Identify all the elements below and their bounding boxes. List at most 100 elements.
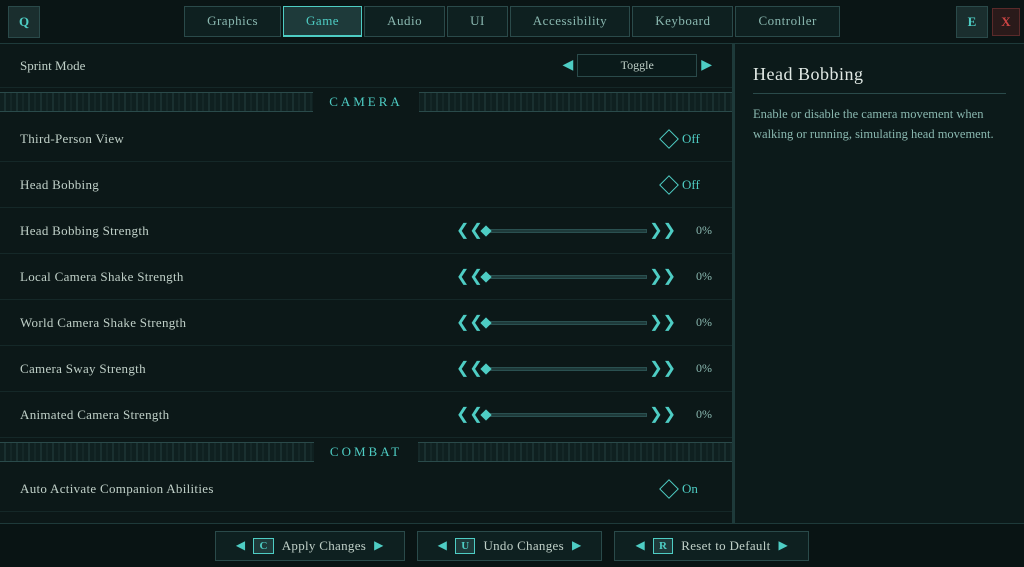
apply-changes-button[interactable]: ◀ C Apply Changes ▶ xyxy=(215,531,405,561)
sprint-mode-row: Sprint Mode ◀ Toggle ▶ xyxy=(0,44,732,88)
third-person-view-control[interactable]: Off xyxy=(662,131,712,147)
apply-label: Apply Changes xyxy=(282,538,366,554)
tab-graphics[interactable]: Graphics xyxy=(184,6,281,37)
slider-right-arrow-4[interactable]: ❯❯ xyxy=(649,361,676,377)
reset-key: R xyxy=(653,538,673,554)
head-bobbing-strength-control: ❮❮ ❯❯ 0% xyxy=(456,222,712,240)
diamond-icon xyxy=(659,129,679,149)
tab-game[interactable]: Game xyxy=(283,6,362,37)
apply-chevron-left: ◀ xyxy=(236,538,246,553)
local-camera-shake-row: Local Camera Shake Strength ❮❮ ❯❯ 0% xyxy=(0,254,732,300)
undo-label: Undo Changes xyxy=(483,538,564,554)
third-person-view-row: Third-Person View Off xyxy=(0,116,732,162)
camera-section-divider: Camera xyxy=(0,88,732,116)
sprint-arrow-left[interactable]: ◀ xyxy=(562,57,573,74)
combat-divider-inner: Combat xyxy=(0,442,732,462)
slider-right-arrow[interactable]: ❯❯ xyxy=(649,223,676,239)
slider-right-arrow-3[interactable]: ❯❯ xyxy=(649,315,676,331)
local-camera-shake-control: ❮❮ ❯❯ 0% xyxy=(456,268,712,286)
sprint-mode-label: Sprint Mode xyxy=(20,58,562,74)
animated-camera-value: 0% xyxy=(684,407,712,422)
diamond-icon-3 xyxy=(659,479,679,499)
auto-activate-label: Auto Activate Companion Abilities xyxy=(20,481,662,497)
nav-corner-left[interactable]: Q xyxy=(8,6,40,38)
local-camera-shake-value: 0% xyxy=(684,269,712,284)
camera-sway-label: Camera Sway Strength xyxy=(20,361,456,377)
head-bobbing-strength-value: 0% xyxy=(684,223,712,238)
slider-bar xyxy=(485,229,647,233)
undo-chevron-right: ▶ xyxy=(572,538,582,553)
nav-tabs: Graphics Game Audio UI Accessibility Key… xyxy=(184,6,840,37)
animated-camera-slider[interactable]: ❮❮ ❯❯ xyxy=(456,406,676,424)
auto-activate-control[interactable]: On xyxy=(662,481,712,497)
world-camera-shake-row: World Camera Shake Strength ❮❮ ❯❯ 0% xyxy=(0,300,732,346)
slider-left-arrow-5[interactable]: ❮❮ xyxy=(456,407,483,423)
reset-label: Reset to Default xyxy=(681,538,770,554)
combat-section-label: Combat xyxy=(314,442,418,462)
auto-activate-value: On xyxy=(682,481,712,497)
slider-bar-2 xyxy=(485,275,647,279)
info-description: Enable or disable the camera movement wh… xyxy=(753,104,1006,144)
settings-panel: Sprint Mode ◀ Toggle ▶ Camera Third-Pers… xyxy=(0,44,734,523)
third-person-view-label: Third-Person View xyxy=(20,131,662,147)
head-bobbing-strength-row: Head Bobbing Strength ❮❮ ❯❯ 0% xyxy=(0,208,732,254)
world-camera-shake-label: World Camera Shake Strength xyxy=(20,315,456,331)
camera-sway-slider[interactable]: ❮❮ ❯❯ xyxy=(456,360,676,378)
slider-right-arrow-5[interactable]: ❯❯ xyxy=(649,407,676,423)
animated-camera-row: Animated Camera Strength ❮❮ ❯❯ 0% xyxy=(0,392,732,438)
third-person-view-value: Off xyxy=(682,131,712,147)
world-camera-shake-value: 0% xyxy=(684,315,712,330)
undo-chevron-left: ◀ xyxy=(438,538,448,553)
sprint-value: Toggle xyxy=(577,54,697,77)
world-camera-shake-control: ❮❮ ❯❯ 0% xyxy=(456,314,712,332)
head-bobbing-control[interactable]: Off xyxy=(662,177,712,193)
sprint-arrow-right[interactable]: ▶ xyxy=(701,57,712,74)
nav-corner-right[interactable]: E xyxy=(956,6,988,38)
slider-bar-4 xyxy=(485,367,647,371)
reset-chevron-left: ◀ xyxy=(635,538,645,553)
tab-controller[interactable]: Controller xyxy=(735,6,839,37)
tab-keyboard[interactable]: Keyboard xyxy=(632,6,733,37)
slider-left-arrow-2[interactable]: ❮❮ xyxy=(456,269,483,285)
slider-bar-3 xyxy=(485,321,647,325)
sprint-selector[interactable]: ◀ Toggle ▶ xyxy=(562,54,712,77)
tab-ui[interactable]: UI xyxy=(447,6,508,37)
animated-camera-control: ❮❮ ❯❯ 0% xyxy=(456,406,712,424)
undo-key: U xyxy=(455,538,475,554)
camera-sway-row: Camera Sway Strength ❮❮ ❯❯ 0% xyxy=(0,346,732,392)
reset-chevron-right: ▶ xyxy=(779,538,789,553)
camera-sway-control: ❮❮ ❯❯ 0% xyxy=(456,360,712,378)
close-button[interactable]: X xyxy=(992,8,1020,36)
info-panel: Head Bobbing Enable or disable the camer… xyxy=(734,44,1024,523)
diamond-icon-2 xyxy=(659,175,679,195)
camera-divider-inner: Camera xyxy=(0,92,732,112)
local-camera-shake-slider[interactable]: ❮❮ ❯❯ xyxy=(456,268,676,286)
tab-accessibility[interactable]: Accessibility xyxy=(510,6,630,37)
camera-sway-value: 0% xyxy=(684,361,712,376)
animated-camera-label: Animated Camera Strength xyxy=(20,407,456,423)
slider-left-arrow[interactable]: ❮❮ xyxy=(456,223,483,239)
head-bobbing-strength-label: Head Bobbing Strength xyxy=(20,223,456,239)
slider-left-arrow-4[interactable]: ❮❮ xyxy=(456,361,483,377)
camera-section-label: Camera xyxy=(313,92,419,112)
bottom-bar: ◀ C Apply Changes ▶ ◀ U Undo Changes ▶ ◀… xyxy=(0,523,1024,567)
local-camera-shake-label: Local Camera Shake Strength xyxy=(20,269,456,285)
apply-key: C xyxy=(253,538,273,554)
slider-left-arrow-3[interactable]: ❮❮ xyxy=(456,315,483,331)
auto-activate-row: Auto Activate Companion Abilities On xyxy=(0,466,732,512)
reset-to-default-button[interactable]: ◀ R Reset to Default ▶ xyxy=(614,531,809,561)
info-title: Head Bobbing xyxy=(753,64,1006,94)
head-bobbing-strength-slider[interactable]: ❮❮ ❯❯ xyxy=(456,222,676,240)
head-bobbing-label: Head Bobbing xyxy=(20,177,662,193)
head-bobbing-value: Off xyxy=(682,177,712,193)
head-bobbing-row: Head Bobbing Off xyxy=(0,162,732,208)
combat-section-divider: Combat xyxy=(0,438,732,466)
top-navigation: Q Graphics Game Audio UI Accessibility K… xyxy=(0,0,1024,44)
main-content: Sprint Mode ◀ Toggle ▶ Camera Third-Pers… xyxy=(0,44,1024,523)
tab-audio[interactable]: Audio xyxy=(364,6,445,37)
slider-right-arrow-2[interactable]: ❯❯ xyxy=(649,269,676,285)
undo-changes-button[interactable]: ◀ U Undo Changes ▶ xyxy=(417,531,603,561)
apply-chevron-right: ▶ xyxy=(374,538,384,553)
slider-bar-5 xyxy=(485,413,647,417)
world-camera-shake-slider[interactable]: ❮❮ ❯❯ xyxy=(456,314,676,332)
